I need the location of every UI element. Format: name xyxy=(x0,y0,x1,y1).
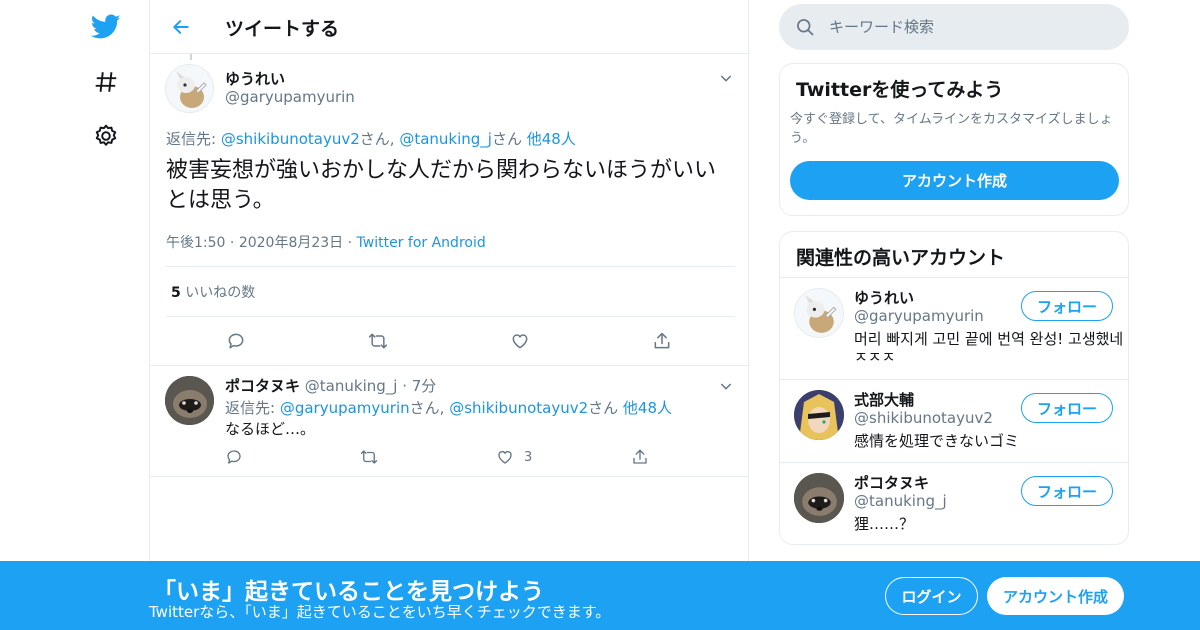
tweet-meta: 午後1:50 · 2020年8月23日 · Twitter for Androi… xyxy=(166,235,486,251)
reply-san: さん, xyxy=(409,399,450,417)
page-title: ツイートする xyxy=(225,18,340,40)
author-handle[interactable]: @tanuking_j xyxy=(305,377,398,395)
reply-context: 返信先: @garyupamyurinさん, @shikibunotayuv2さ… xyxy=(225,397,672,418)
timeline-column: ツイートする ゆうれい @garyupamyurin 返信先: @shikibu… xyxy=(149,0,749,630)
retweet-icon[interactable] xyxy=(356,444,382,470)
reply-tweet-header: ポコタヌキ @tanuking_j · 7分 xyxy=(225,377,437,395)
account-bio: 狸……？ xyxy=(854,515,915,533)
reply-san: さん, xyxy=(359,130,400,148)
chevron-down-icon[interactable] xyxy=(718,378,734,398)
related-account[interactable]: 式部大輔 @shikibunotayuv2 感情を処理できないゴミ フォロー xyxy=(780,379,1128,462)
focused-tweet: ゆうれい @garyupamyurin 返信先: @shikibunotayuv… xyxy=(150,54,748,366)
avatar[interactable] xyxy=(794,473,844,523)
reply-others-link[interactable]: 他48人 xyxy=(527,130,576,148)
tweet-time[interactable]: 午後1:50 xyxy=(166,235,225,251)
signup-card: Twitterを使ってみよう 今すぐ登録して、タイムラインをカスタマイズしましょ… xyxy=(779,63,1129,216)
back-arrow-icon[interactable] xyxy=(166,12,196,42)
reply-user-link[interactable]: @shikibunotayuv2 xyxy=(221,130,360,148)
thread-line xyxy=(190,54,192,60)
related-accounts-card: 関連性の高いアカウント ゆうれい @garyupamyurin 머리 빠지게 고… xyxy=(779,231,1129,545)
avatar[interactable] xyxy=(165,376,214,425)
follow-button[interactable]: フォロー xyxy=(1021,393,1113,423)
create-account-button[interactable]: アカウント作成 xyxy=(790,161,1119,200)
share-icon[interactable] xyxy=(649,328,675,354)
follow-button[interactable]: フォロー xyxy=(1021,476,1113,506)
account-handle[interactable]: @garyupamyurin xyxy=(854,307,984,325)
reply-icon[interactable] xyxy=(223,328,249,354)
account-handle[interactable]: @tanuking_j xyxy=(854,492,947,510)
tweet-date[interactable]: 2020年8月23日 xyxy=(239,235,343,251)
account-handle[interactable]: @shikibunotayuv2 xyxy=(854,409,993,427)
reply-user-link[interactable]: @garyupamyurin xyxy=(280,399,410,417)
reply-user-link[interactable]: @shikibunotayuv2 xyxy=(449,399,588,417)
card-description: 今すぐ登録して、タイムラインをカスタマイズしましょう。 xyxy=(790,112,1113,146)
avatar[interactable] xyxy=(794,390,844,440)
search-icon xyxy=(795,17,815,41)
reply-icon[interactable] xyxy=(221,444,247,470)
chevron-down-icon[interactable] xyxy=(718,70,734,90)
account-name[interactable]: 式部大輔 xyxy=(854,389,914,410)
account-bio: 感情を処理できないゴミ xyxy=(854,432,1020,450)
account-name[interactable]: ポコタヌキ xyxy=(854,472,929,493)
author-name[interactable]: ゆうれい xyxy=(225,68,285,89)
tweet-text: なるほど…。 xyxy=(225,420,316,438)
search-box xyxy=(779,4,1129,50)
card-title: 関連性の高いアカウント xyxy=(796,247,1006,269)
create-account-button[interactable]: アカウント作成 xyxy=(987,577,1124,615)
share-icon[interactable] xyxy=(627,444,653,470)
tweet-time[interactable]: 7分 xyxy=(412,377,437,395)
twitter-bird-icon[interactable] xyxy=(86,7,126,47)
heart-icon[interactable] xyxy=(507,328,533,354)
reply-san: さん xyxy=(491,130,527,148)
divider xyxy=(166,316,735,317)
avatar[interactable] xyxy=(165,64,214,113)
follow-button[interactable]: フォロー xyxy=(1021,291,1113,321)
related-account[interactable]: ゆうれい @garyupamyurin 머리 빠지게 고민 끝에 번역 완성! … xyxy=(780,277,1128,379)
hashtag-icon[interactable] xyxy=(86,62,126,102)
login-button[interactable]: ログイン xyxy=(885,577,978,615)
gear-icon[interactable] xyxy=(86,116,126,156)
signup-banner: 「いま」起きていることを見つけよう Twitterなら、「いま」起きていることを… xyxy=(0,561,1200,630)
tweet-text: 被害妄想が強いおかしな人だから関わらないほうがいいとは思う。 xyxy=(166,158,717,213)
search-input[interactable] xyxy=(829,14,1109,40)
heart-icon[interactable] xyxy=(492,444,518,470)
reply-san: さん xyxy=(588,399,623,417)
like-label: いいねの数 xyxy=(180,285,256,301)
author-name[interactable]: ポコタヌキ xyxy=(225,377,300,395)
account-bio: 머리 빠지게 고민 끝에 번역 완성! 고생했네 ㅈㅈㅈ xyxy=(854,330,1124,366)
banner-subtitle: Twitterなら、「いま」起きていることをいち早くチェックできます。 xyxy=(149,603,611,621)
reply-prefix: 返信先: xyxy=(166,130,221,148)
left-nav xyxy=(0,0,150,630)
author-handle[interactable]: @garyupamyurin xyxy=(225,88,355,106)
account-name[interactable]: ゆうれい xyxy=(854,287,914,308)
reply-context: 返信先: @shikibunotayuv2さん, @tanuking_jさん 他… xyxy=(166,128,576,149)
retweet-icon[interactable] xyxy=(365,328,391,354)
reply-prefix: 返信先: xyxy=(225,399,280,417)
like-count: 3 xyxy=(524,450,533,465)
page-header: ツイートする xyxy=(150,0,748,54)
likes-stat[interactable]: 5 いいねの数 xyxy=(171,282,255,302)
tweet-source-link[interactable]: Twitter for Android xyxy=(357,235,486,251)
avatar[interactable] xyxy=(794,288,844,338)
divider xyxy=(166,266,735,267)
reply-others-link[interactable]: 他48人 xyxy=(623,399,672,417)
card-title: Twitterを使ってみよう xyxy=(796,79,1004,101)
reply-tweet[interactable]: ポコタヌキ @tanuking_j · 7分 返信先: @garyupamyur… xyxy=(150,366,748,477)
like-count: 5 xyxy=(171,285,181,301)
related-account[interactable]: ポコタヌキ @tanuking_j 狸……？ フォロー xyxy=(780,462,1128,544)
reply-user-link[interactable]: @tanuking_j xyxy=(399,130,492,148)
